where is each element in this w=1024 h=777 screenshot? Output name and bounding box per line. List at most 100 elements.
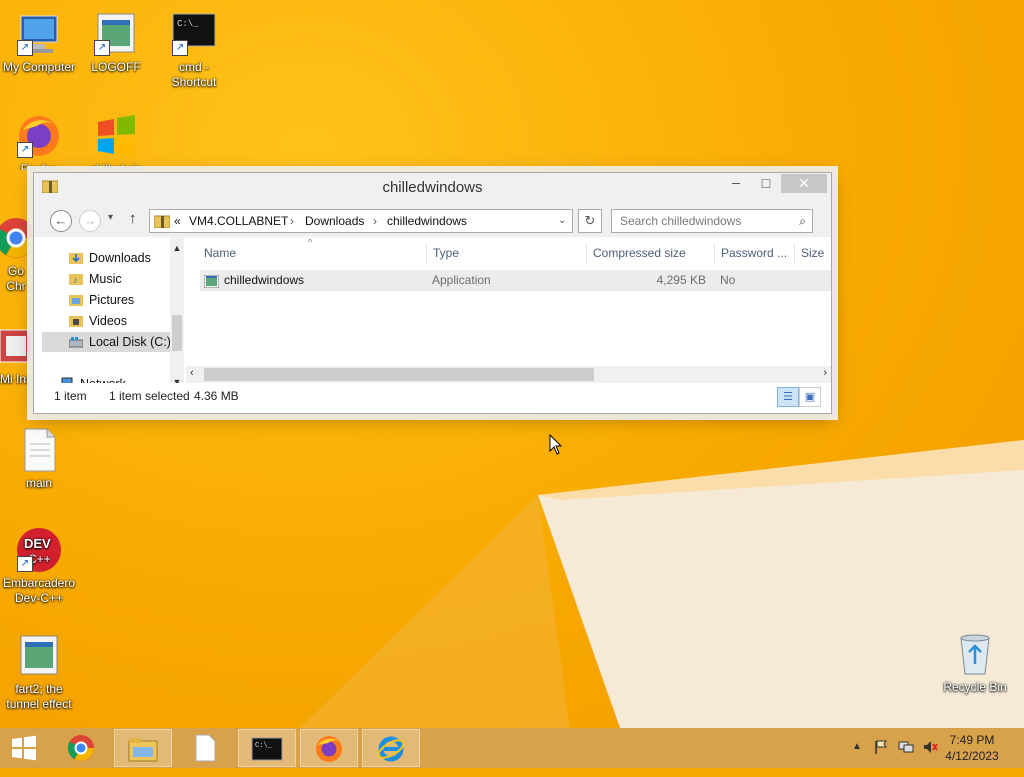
taskbar-internet-explorer[interactable] xyxy=(362,729,420,767)
column-separator[interactable] xyxy=(714,243,715,263)
column-header-compressed-size[interactable]: Compressed size xyxy=(593,246,686,260)
refresh-button[interactable]: ↻ xyxy=(578,209,602,233)
column-header-size[interactable]: Size xyxy=(801,246,824,260)
status-bar: 1 item 1 item selected 4.36 MB ☰ ▣ xyxy=(34,383,831,411)
taskbar-firefox[interactable] xyxy=(300,729,358,767)
show-hidden-icons-icon[interactable]: ▲ xyxy=(852,741,862,752)
title-bar[interactable]: chilledwindows – □ ✕ xyxy=(34,173,831,203)
file-type: Application xyxy=(432,273,491,287)
explorer-window[interactable]: chilledwindows – □ ✕ ← → ▾ ↑ « VM4.COLLA… xyxy=(33,172,832,414)
devcpp-icon: DEV C++ ↗ xyxy=(15,526,63,574)
column-separator[interactable] xyxy=(586,243,587,263)
volume-muted-icon[interactable] xyxy=(922,739,938,758)
minimize-button[interactable]: – xyxy=(721,173,751,193)
logoff-icon: ↗ xyxy=(92,10,140,58)
desktop-icon-google-chrome[interactable]: Go Chr xyxy=(0,214,32,294)
desktop-icon-cmd-shortcut[interactable]: C:\_ ↗ cmd - Shortcut xyxy=(156,10,232,90)
svg-text:♪: ♪ xyxy=(73,275,78,285)
scroll-left-arrow-icon[interactable]: ‹ xyxy=(190,367,194,379)
forward-button[interactable]: → xyxy=(79,210,101,232)
back-button[interactable]: ← xyxy=(50,210,72,232)
firefox-icon xyxy=(314,736,344,769)
network-tray-icon[interactable] xyxy=(898,739,914,758)
maximize-button[interactable]: □ xyxy=(751,173,781,193)
desktop-icon-label: chilledwin xyxy=(89,162,143,170)
desktop-icon-label: Mi Ins xyxy=(0,372,32,386)
system-clock[interactable]: 7:49 PM 4/12/2023 xyxy=(942,732,1002,764)
desktop-icon-main[interactable]: main xyxy=(1,426,77,491)
desktop-icon-logoff[interactable]: ↗ LOGOFF xyxy=(78,10,154,75)
address-separator[interactable]: › xyxy=(373,210,377,232)
taskbar-file-explorer[interactable] xyxy=(114,729,172,767)
action-center-flag-icon[interactable] xyxy=(873,739,889,758)
desktop-icon-my-computer[interactable]: ↗ My Computer xyxy=(1,10,77,75)
address-segment-chilledwindows[interactable]: chilledwindows xyxy=(387,210,467,232)
status-selection: 1 item selected xyxy=(109,389,190,403)
nav-item-downloads[interactable]: Downloads xyxy=(69,248,151,268)
nav-item-pictures[interactable]: Pictures xyxy=(69,290,134,310)
desktop-icon-chilledwin[interactable]: chilledwin xyxy=(78,112,154,170)
horizontal-scrollbar[interactable]: ‹ › xyxy=(186,366,831,383)
large-icons-view-icon[interactable]: ▣ xyxy=(799,387,821,407)
taskbar: C:\_ ▲ 7:49 PM 4/12/2023 xyxy=(0,728,1024,768)
desktop-icon-firefox[interactable]: ↗ Firefox xyxy=(1,112,77,170)
desktop-icon-recycle-bin[interactable]: Recycle Bin xyxy=(937,630,1013,695)
column-header-name[interactable]: Name xyxy=(204,246,236,260)
address-dropdown-icon[interactable]: ⌄ xyxy=(558,210,566,232)
desktop-icon-devcpp[interactable]: DEV C++ ↗ Embarcadero Dev-C++ xyxy=(1,526,77,606)
column-separator[interactable] xyxy=(794,243,795,263)
address-bar[interactable]: « VM4.COLLABNET › Downloads › chilledwin… xyxy=(149,209,573,233)
nav-item-music[interactable]: ♪ Music xyxy=(69,269,122,289)
table-row[interactable]: chilledwindows Application 4,295 KB No xyxy=(200,270,831,291)
start-button[interactable] xyxy=(0,729,48,767)
document-icon xyxy=(193,734,217,767)
nav-item-videos[interactable]: Videos xyxy=(69,311,127,331)
internet-explorer-icon xyxy=(376,736,406,769)
music-folder-icon: ♪ xyxy=(69,271,83,285)
column-header-type[interactable]: Type xyxy=(433,246,459,260)
desktop-icon-label: Go Chr xyxy=(6,264,26,293)
videos-folder-icon xyxy=(69,313,83,327)
computer-icon: ↗ xyxy=(15,10,63,58)
nav-item-local-disk[interactable]: Local Disk (C:) xyxy=(42,332,184,352)
recent-locations-dropdown[interactable]: ▾ xyxy=(108,212,113,223)
chrome-icon xyxy=(0,214,32,262)
desktop-icon-fart2[interactable]: fart2; the tunnel effect xyxy=(1,632,77,712)
taskbar-document[interactable] xyxy=(176,729,234,767)
scroll-thumb[interactable] xyxy=(172,315,182,351)
scroll-up-arrow-icon[interactable]: ▲ xyxy=(170,243,184,253)
file-compressed-size: 4,295 KB xyxy=(656,273,706,287)
search-box[interactable]: Search chilledwindows ⌕ xyxy=(611,209,813,233)
svg-text:C:\_: C:\_ xyxy=(255,742,273,750)
status-size: 4.36 MB xyxy=(194,389,239,403)
scroll-right-arrow-icon[interactable]: › xyxy=(823,367,827,379)
pictures-folder-icon xyxy=(69,292,83,306)
document-icon xyxy=(15,426,63,474)
desktop-icon-installer[interactable]: Mi Ins xyxy=(0,322,32,387)
taskbar-chrome[interactable] xyxy=(52,729,110,767)
desktop-icon-label: main xyxy=(25,476,52,490)
file-password: No xyxy=(720,273,736,287)
windows-start-icon xyxy=(11,735,37,766)
address-segment-downloads[interactable]: Downloads xyxy=(305,210,364,232)
column-header-password[interactable]: Password ... xyxy=(721,246,787,260)
address-segment-vm4[interactable]: VM4.COLLABNET xyxy=(189,210,288,232)
application-icon xyxy=(203,274,220,295)
desktop-icon-label: LOGOFF xyxy=(91,60,141,74)
windows-flag-icon xyxy=(92,112,140,160)
cmd-icon: C:\_ xyxy=(251,737,283,766)
scroll-thumb[interactable] xyxy=(204,368,594,381)
svg-text:C:\_: C:\_ xyxy=(177,19,199,29)
address-overflow[interactable]: « xyxy=(174,210,181,232)
details-view-icon[interactable]: ☰ xyxy=(777,387,799,407)
close-button[interactable]: ✕ xyxy=(781,174,827,193)
nav-pane-scrollbar[interactable]: ▲ ▼ xyxy=(170,237,184,391)
column-separator[interactable] xyxy=(426,243,427,263)
search-icon[interactable]: ⌕ xyxy=(799,210,806,232)
desktop-icon-label: cmd - Shortcut xyxy=(171,60,217,89)
clock-time: 7:49 PM xyxy=(949,733,995,747)
up-button[interactable]: ↑ xyxy=(129,210,137,227)
address-separator[interactable]: › xyxy=(290,210,294,232)
downloads-folder-icon xyxy=(69,250,83,264)
taskbar-cmd[interactable]: C:\_ xyxy=(238,729,296,767)
